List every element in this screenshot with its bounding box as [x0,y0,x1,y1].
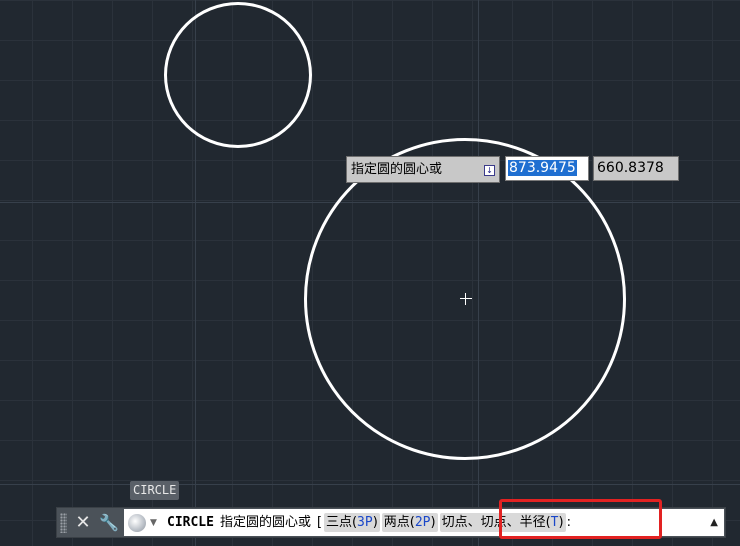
dynamic-input-prompt: 指定圆的圆心或 ↓ [346,156,500,183]
option-2p[interactable]: 两点(2P) [381,513,438,532]
chevron-down-icon[interactable]: ▼ [150,514,157,532]
drag-grip-icon[interactable] [60,513,67,533]
coordinate-x-value: 873.9475 [508,160,577,176]
option-bracket: [ [315,515,323,530]
option-3p[interactable]: 三点(3P) [323,513,380,532]
command-name: CIRCLE [167,515,214,530]
coordinate-y-value: 660.8378 [597,160,664,176]
close-icon[interactable]: ✕ [73,512,93,534]
dynamic-input-prompt-label: 指定圆的圆心或 [351,162,443,177]
down-arrow-icon[interactable]: ↓ [484,165,495,176]
history-up-icon[interactable]: ▲ [710,517,718,529]
recent-commands-icon[interactable] [128,514,146,532]
command-prompt-text: 指定圆的圆心或 [219,515,311,530]
drawn-circle-small[interactable] [164,2,312,148]
command-history-tag: CIRCLE [130,481,180,500]
grid-major-line [0,484,740,485]
coordinate-x-field[interactable]: 873.9475 [505,156,589,181]
crosshair-cursor [460,293,472,305]
coordinate-y-field[interactable]: 660.8378 [593,156,679,181]
highlight-box [499,499,662,539]
wrench-icon[interactable]: 🔧 [98,512,120,534]
